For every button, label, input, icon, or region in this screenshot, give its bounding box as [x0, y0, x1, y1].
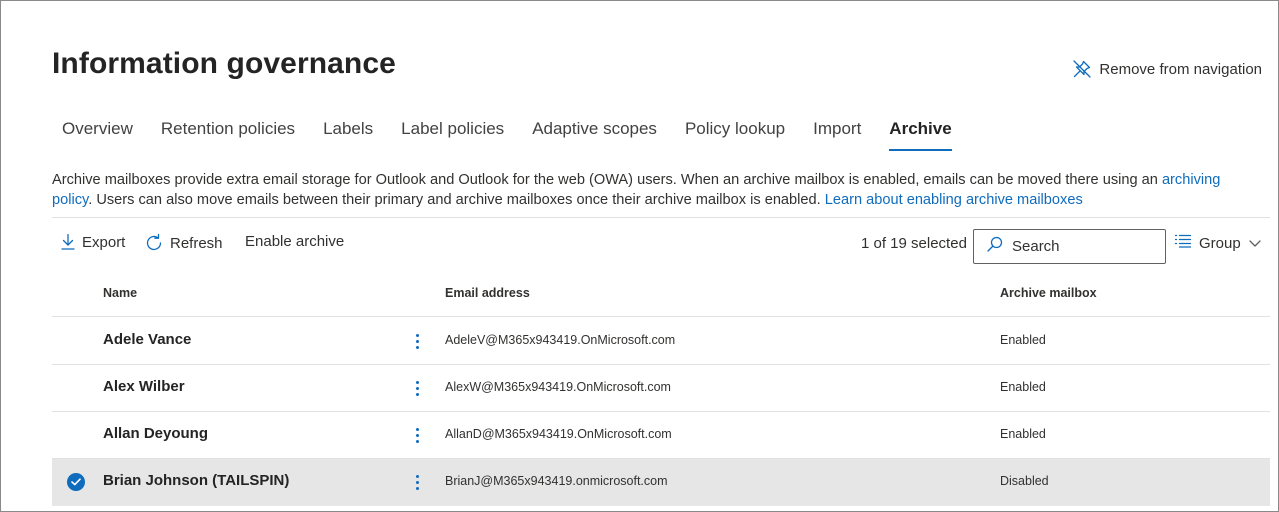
search-box[interactable]: Search	[973, 229, 1166, 264]
chevron-down-icon	[1248, 235, 1262, 252]
row-name: Allan Deyoung	[103, 425, 209, 442]
more-vertical-icon[interactable]	[410, 470, 424, 494]
refresh-label: Refresh	[170, 234, 223, 252]
app-frame: Information governance Remove from navig…	[0, 0, 1279, 512]
page-title: Information governance	[52, 47, 396, 80]
row-archive-status: Enabled	[1000, 333, 1046, 347]
table-row[interactable]: Brian Johnson (TAILSPIN) BrianJ@M365x943…	[52, 459, 1270, 506]
description-text-2: . Users can also move emails between the…	[88, 192, 825, 208]
row-email: AdeleV@M365x943419.OnMicrosoft.com	[445, 333, 676, 347]
column-header-email[interactable]: Email address	[445, 286, 530, 300]
table-row[interactable]: Adele Vance AdeleV@M365x943419.OnMicroso…	[52, 318, 1270, 365]
group-label: Group	[1199, 234, 1241, 252]
tab-label-policies[interactable]: Label policies	[387, 113, 518, 151]
learn-about-archive-link[interactable]: Learn about enabling archive mailboxes	[825, 192, 1083, 208]
refresh-button[interactable]: Refresh	[144, 233, 223, 253]
row-archive-status: Enabled	[1000, 427, 1046, 441]
remove-from-navigation-button[interactable]: Remove from navigation	[1072, 59, 1262, 79]
archive-description: Archive mailboxes provide extra email st…	[52, 170, 1252, 210]
tab-archive[interactable]: Archive	[875, 113, 965, 151]
download-icon	[60, 233, 76, 251]
enable-archive-label: Enable archive	[245, 233, 345, 250]
enable-archive-button[interactable]: Enable archive	[245, 233, 344, 250]
row-name: Alex Wilber	[103, 378, 185, 395]
refresh-icon	[144, 233, 164, 253]
row-archive-status: Disabled	[1000, 474, 1049, 488]
divider	[52, 217, 1270, 218]
remove-from-navigation-label: Remove from navigation	[1099, 60, 1262, 78]
table-header: Name Email address Archive mailbox	[52, 271, 1270, 317]
more-vertical-icon[interactable]	[410, 423, 424, 447]
checkmark-circle-icon[interactable]	[67, 473, 85, 491]
search-icon	[986, 235, 1004, 258]
row-archive-status: Enabled	[1000, 380, 1046, 394]
column-header-archive-mailbox[interactable]: Archive mailbox	[1000, 286, 1097, 300]
tab-adaptive-scopes[interactable]: Adaptive scopes	[518, 113, 671, 151]
more-vertical-icon[interactable]	[410, 329, 424, 353]
column-header-name[interactable]: Name	[103, 286, 137, 300]
search-input[interactable]: Search	[1012, 238, 1060, 255]
unpin-icon	[1072, 59, 1092, 79]
table-row[interactable]: Alex Wilber AlexW@M365x943419.OnMicrosof…	[52, 365, 1270, 412]
tab-bar: Overview Retention policies Labels Label…	[48, 113, 966, 151]
export-label: Export	[82, 233, 126, 251]
command-bar: Export Refresh Enable archive 1 of 19 se…	[52, 229, 1266, 265]
table-row[interactable]: Allan Deyoung AllanD@M365x943419.OnMicro…	[52, 412, 1270, 459]
tab-retention-policies[interactable]: Retention policies	[147, 113, 309, 151]
selection-count: 1 of 19 selected	[861, 235, 967, 252]
group-button[interactable]: Group	[1174, 233, 1262, 253]
list-icon	[1174, 233, 1192, 253]
row-name: Brian Johnson (TAILSPIN)	[103, 472, 290, 489]
more-vertical-icon[interactable]	[410, 376, 424, 400]
export-button[interactable]: Export	[60, 233, 125, 251]
tab-import[interactable]: Import	[799, 113, 875, 151]
row-email: BrianJ@M365x943419.onmicrosoft.com	[445, 474, 668, 488]
row-email: AllanD@M365x943419.OnMicrosoft.com	[445, 427, 672, 441]
row-email: AlexW@M365x943419.OnMicrosoft.com	[445, 380, 671, 394]
tab-overview[interactable]: Overview	[48, 113, 147, 151]
row-name: Adele Vance	[103, 331, 192, 348]
description-text-1: Archive mailboxes provide extra email st…	[52, 172, 1162, 188]
tab-labels[interactable]: Labels	[309, 113, 387, 151]
tab-policy-lookup[interactable]: Policy lookup	[671, 113, 799, 151]
